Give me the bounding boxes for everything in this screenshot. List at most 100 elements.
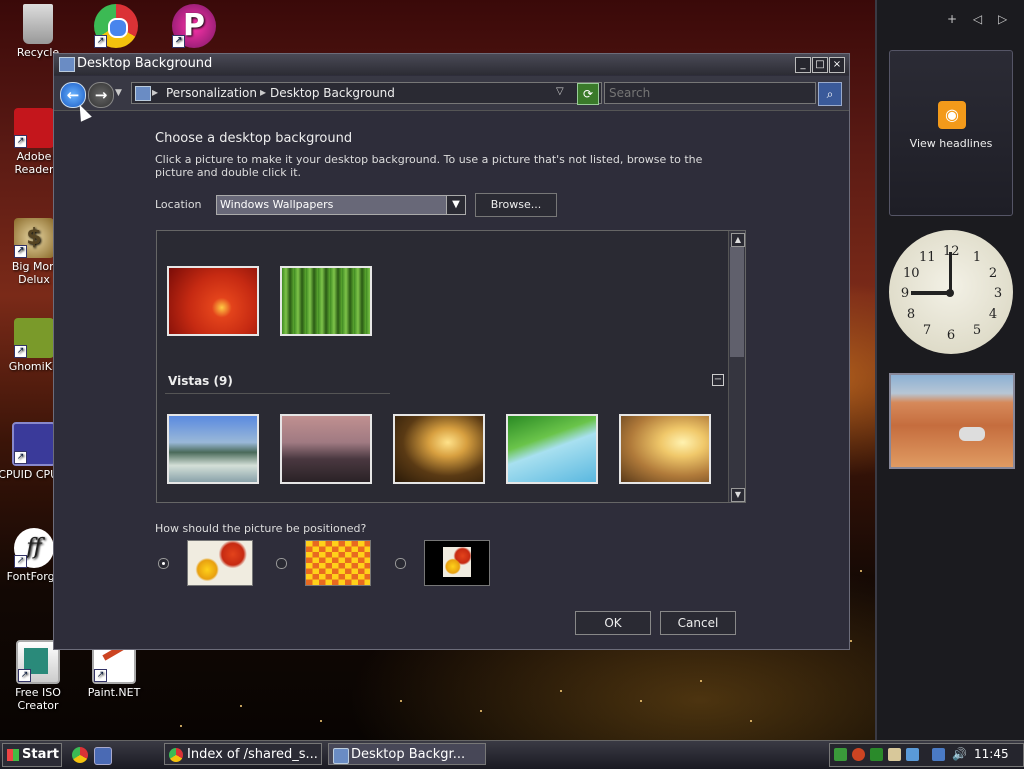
- shortcut-arrow-icon: ↗: [14, 245, 27, 258]
- clock-number: 3: [993, 286, 1003, 301]
- rss-icon: ◉: [938, 101, 966, 129]
- app-p-shortcut[interactable]: P ↗: [158, 4, 230, 50]
- safely-remove-icon[interactable]: [834, 748, 847, 761]
- position-center-preview[interactable]: [424, 540, 490, 586]
- feed-headlines-gadget[interactable]: ◉ View headlines: [889, 50, 1013, 216]
- browse-button[interactable]: Browse...: [475, 193, 557, 217]
- search-icon[interactable]: ⌕: [818, 82, 842, 106]
- taskbar-item-chrome[interactable]: Index of /shared_s...: [164, 743, 322, 765]
- address-dropdown-icon[interactable]: ▽: [556, 86, 564, 97]
- antivirus-icon[interactable]: [870, 748, 883, 761]
- view-headlines-link[interactable]: View headlines: [890, 137, 1012, 150]
- shortcut-arrow-icon: ↗: [14, 451, 27, 464]
- icon-label: Paint.NET: [87, 686, 141, 699]
- wallpaper-thumbnail-dusk-hills[interactable]: [280, 414, 372, 484]
- position-question: How should the picture be positioned?: [155, 522, 367, 535]
- beaver-icon: ↗: [14, 318, 54, 358]
- centered-flower-icon: [443, 547, 471, 577]
- wallpaper-thumbnail-palm-leaf[interactable]: [506, 414, 598, 484]
- window-app-icon: [59, 57, 75, 72]
- taskbar-item-desktop-background[interactable]: Desktop Backgr...: [328, 743, 486, 765]
- clock-number: 1: [972, 250, 982, 265]
- breadcrumb-separator: ▸: [152, 85, 159, 99]
- city-light: [700, 680, 702, 682]
- shortcut-arrow-icon: ↗: [172, 35, 185, 48]
- next-page-icon[interactable]: ▷: [998, 12, 1007, 26]
- chrome-shortcut[interactable]: ↗: [80, 4, 152, 50]
- city-light: [180, 725, 182, 727]
- breadcrumb-personalization[interactable]: Personalization: [166, 86, 257, 100]
- refresh-icon[interactable]: ⟳: [577, 83, 599, 105]
- recent-pages-dropdown-icon[interactable]: ▼: [115, 88, 122, 98]
- start-button[interactable]: Start: [2, 743, 62, 767]
- location-label: Location: [155, 198, 202, 211]
- network-icon[interactable]: [932, 748, 945, 761]
- breadcrumb-desktop-background[interactable]: Desktop Background: [270, 86, 395, 100]
- security-shield-icon[interactable]: [852, 748, 865, 761]
- wallpaper-thumbnail-lake-mountains[interactable]: [167, 414, 259, 484]
- city-light: [240, 705, 242, 707]
- group-divider: [165, 393, 390, 394]
- shortcut-arrow-icon: ↗: [94, 35, 107, 48]
- position-center-radio[interactable]: [395, 558, 406, 569]
- search-input[interactable]: [604, 82, 816, 104]
- slideshow-gadget[interactable]: [889, 373, 1015, 469]
- oryx-icon: [959, 427, 985, 441]
- taskbar-clock[interactable]: 11:45: [974, 747, 1009, 761]
- app-tray-icon[interactable]: [906, 748, 919, 761]
- clock-center: [946, 289, 954, 297]
- breadcrumb[interactable]: ▸ Personalization ▸ Desktop Background ▽: [131, 82, 602, 104]
- scrollbar-thumb[interactable]: [730, 247, 744, 357]
- group-header-vistas: Vistas (9): [168, 374, 233, 388]
- add-gadget-icon[interactable]: +: [947, 12, 957, 26]
- start-label: Start: [22, 747, 59, 762]
- gallery-scrollbar[interactable]: ▲ ▼: [728, 231, 745, 502]
- minimize-button[interactable]: _: [795, 57, 811, 73]
- forward-button[interactable]: →: [88, 82, 114, 108]
- sidebar-controls: + ◁ ▷: [941, 12, 1013, 26]
- position-tile-radio[interactable]: [276, 558, 287, 569]
- wallpaper-thumbnail-bamboo[interactable]: [280, 266, 372, 336]
- position-fit-preview[interactable]: [187, 540, 253, 586]
- icon-label: Free ISO Creator: [15, 686, 61, 712]
- position-fit-radio[interactable]: [158, 558, 169, 569]
- wallpaper-thumbnail-red-flower[interactable]: [167, 266, 259, 336]
- breadcrumb-separator: ▸: [260, 85, 267, 99]
- show-desktop-icon[interactable]: [94, 747, 112, 765]
- wallpaper-thumbnail-sunset-grass[interactable]: [619, 414, 711, 484]
- page-description: Click a picture to make it your desktop …: [155, 153, 703, 179]
- ok-button[interactable]: OK: [575, 611, 651, 635]
- city-light: [560, 690, 562, 692]
- gadget-sidebar: + ◁ ▷ ◉ View headlines 12 1 2 3 4 5 6 7 …: [875, 0, 1024, 740]
- chrome-quicklaunch-icon[interactable]: [72, 747, 88, 763]
- clock-number: 11: [919, 250, 936, 265]
- location-dropdown[interactable]: Windows Wallpapers ▼: [216, 195, 466, 215]
- money-bag-icon: $ ↗: [14, 218, 54, 258]
- cpu-chip-icon: ↗: [12, 422, 56, 466]
- folder-icon[interactable]: [888, 748, 901, 761]
- city-light: [850, 640, 852, 642]
- chevron-down-icon[interactable]: ▼: [446, 196, 465, 214]
- recycle-bin-shortcut[interactable]: Recycle: [2, 4, 74, 59]
- icon-label: GhomiKit: [8, 360, 60, 373]
- desktop-background-window: Desktop Background _ □ × ← → ▼ ▸ Persona…: [53, 53, 850, 650]
- scroll-down-icon[interactable]: ▼: [731, 488, 745, 502]
- analog-clock-gadget[interactable]: 12 1 2 3 4 5 6 7 8 9 10 11: [889, 230, 1013, 354]
- title-bar[interactable]: Desktop Background _ □ ×: [54, 54, 849, 75]
- free-iso-creator-shortcut[interactable]: ↗ Free ISO Creator: [2, 640, 74, 712]
- city-light: [640, 700, 642, 702]
- shortcut-arrow-icon: ↗: [18, 669, 31, 682]
- cancel-button[interactable]: Cancel: [660, 611, 736, 635]
- icon-label: Big Mon Delux: [11, 260, 57, 286]
- system-tray: 🔊 11:45: [829, 743, 1024, 767]
- prev-page-icon[interactable]: ◁: [973, 12, 982, 26]
- wallpaper-thumbnail-golden-rocks[interactable]: [393, 414, 485, 484]
- scroll-up-icon[interactable]: ▲: [731, 233, 745, 247]
- window-title: Desktop Background: [77, 56, 213, 71]
- collapse-group-icon[interactable]: −: [712, 374, 724, 386]
- close-button[interactable]: ×: [829, 57, 845, 73]
- volume-icon[interactable]: 🔊: [952, 748, 967, 761]
- chrome-icon: ↗: [94, 4, 138, 48]
- maximize-button[interactable]: □: [812, 57, 828, 73]
- position-tile-preview[interactable]: [305, 540, 371, 586]
